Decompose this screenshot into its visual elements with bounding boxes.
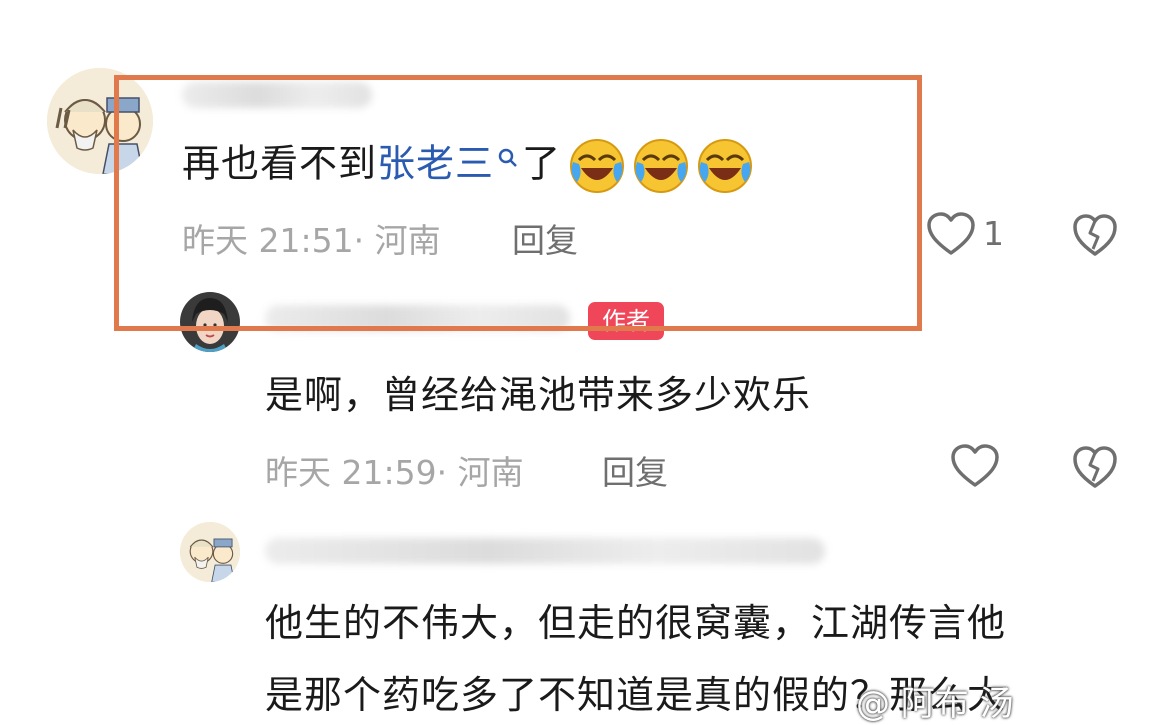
reply2-name-blurred[interactable] xyxy=(265,538,825,564)
author-avatar[interactable] xyxy=(180,292,240,352)
heart-icon xyxy=(951,444,999,487)
laughing-crying-emoji-icon xyxy=(698,139,753,193)
author-name-blurred[interactable] xyxy=(265,305,570,331)
search-icon[interactable] xyxy=(496,138,518,168)
reply1-dislike-button[interactable] xyxy=(1072,445,1118,489)
comment-dislike-button[interactable] xyxy=(1072,213,1118,257)
broken-heart-icon xyxy=(1073,446,1117,488)
reply2-text-line1: 他生的不伟大，但走的很窝囊，江湖传言他 xyxy=(265,601,1007,645)
laughing-crying-emoji-icon xyxy=(570,139,625,193)
reply1-reply-button[interactable]: 回复 xyxy=(602,446,668,494)
comment-time-location: 昨天 21:51· 河南 xyxy=(182,221,441,260)
comment-like-count: 1 xyxy=(983,214,1004,253)
broken-heart-icon xyxy=(1073,214,1117,256)
comment-text: 再也看不到张老三了 xyxy=(182,138,753,194)
comment-text-prefix: 再也看不到 xyxy=(182,141,378,186)
comment-text-suffix: 了 xyxy=(522,141,562,186)
comment-like-button[interactable] xyxy=(926,211,976,257)
commenter-avatar[interactable] xyxy=(47,68,153,174)
author-badge: 作者 xyxy=(588,302,664,340)
heart-icon xyxy=(927,212,975,255)
reply1-text: 是啊，曾经给渑池带来多少欢乐 xyxy=(265,373,812,417)
laughing-crying-emoji-icon xyxy=(634,139,689,193)
reply2-avatar[interactable] xyxy=(180,522,240,582)
commenter-name-blurred[interactable] xyxy=(182,82,372,108)
watermark: @ 阿布 汤 xyxy=(856,684,1014,724)
highlight-box xyxy=(114,75,922,331)
reply1-time-location: 昨天 21:59· 河南 xyxy=(265,453,524,492)
comment-reply-button[interactable]: 回复 xyxy=(512,214,578,262)
mention-link[interactable]: 张老三 xyxy=(377,142,494,186)
reply1-like-button[interactable] xyxy=(950,443,1000,489)
